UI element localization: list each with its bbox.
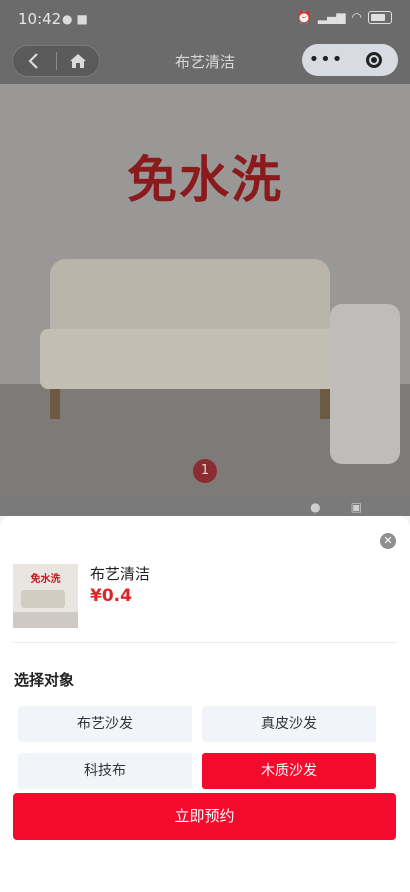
thumb-floor bbox=[13, 612, 78, 628]
image-icon: ■ bbox=[76, 12, 92, 26]
close-miniprogram-button[interactable] bbox=[350, 44, 398, 76]
book-now-button[interactable]: 立即预约 bbox=[13, 793, 396, 840]
thumb-sofa bbox=[21, 590, 65, 608]
hero-banner[interactable]: 免水洗 1 bbox=[0, 84, 410, 496]
nav-bar: 布艺清洁 ••• bbox=[0, 38, 410, 84]
more-icon: ••• bbox=[308, 49, 344, 70]
spray-bottle-image bbox=[330, 304, 400, 464]
status-time: 10:42 bbox=[18, 10, 62, 28]
option-wood-sofa[interactable]: 木质沙发 bbox=[202, 753, 376, 789]
gallery-icon[interactable]: ▣ bbox=[351, 500, 392, 514]
status-bar: 10:42 ●■ ⏰ ▂▄▆ ◠ bbox=[0, 0, 410, 38]
target-icon bbox=[366, 52, 382, 68]
wifi-icon: ◠ bbox=[351, 10, 362, 24]
sofa-back bbox=[50, 259, 330, 339]
status-right-icons: ⏰ ▂▄▆ ◠ bbox=[297, 10, 392, 24]
divider bbox=[13, 642, 397, 643]
battery-icon bbox=[368, 10, 392, 24]
product-name: 布艺清洁 bbox=[90, 565, 151, 583]
strip-icons: ●▣ bbox=[310, 500, 392, 514]
video-icon[interactable]: ● bbox=[310, 500, 350, 514]
section-title: 选择对象 bbox=[14, 671, 75, 689]
sofa-leg bbox=[50, 389, 60, 419]
booking-sheet: ✕ 免水洗 布艺清洁 ¥0.4 选择对象 布艺沙发 真皮沙发 科技布 木质沙发 … bbox=[0, 516, 410, 892]
hero-slogan: 免水洗 bbox=[127, 151, 283, 209]
sofa-image bbox=[40, 259, 340, 429]
close-icon[interactable]: ✕ bbox=[380, 533, 396, 549]
sofa-seat bbox=[40, 329, 340, 389]
option-fabric-sofa[interactable]: 布艺沙发 bbox=[18, 706, 192, 742]
product-thumbnail: 免水洗 bbox=[13, 564, 78, 628]
option-leather-sofa[interactable]: 真皮沙发 bbox=[202, 706, 376, 742]
chat-icon: ● bbox=[62, 12, 77, 26]
thumb-slogan: 免水洗 bbox=[30, 574, 61, 585]
more-button[interactable]: ••• bbox=[302, 44, 350, 76]
signal-icon: ▂▄▆ bbox=[317, 10, 346, 24]
hero-pager: 1 bbox=[193, 459, 217, 483]
nav-capsule-right: ••• bbox=[302, 44, 398, 76]
option-tech-fabric[interactable]: 科技布 bbox=[18, 753, 192, 789]
toolbar-strip: ●▣ bbox=[0, 496, 410, 516]
alarm-icon: ⏰ bbox=[296, 10, 312, 24]
sofa-leg bbox=[320, 389, 330, 419]
product-price: ¥0.4 bbox=[90, 586, 132, 606]
notification-icons: ●■ bbox=[62, 12, 92, 26]
